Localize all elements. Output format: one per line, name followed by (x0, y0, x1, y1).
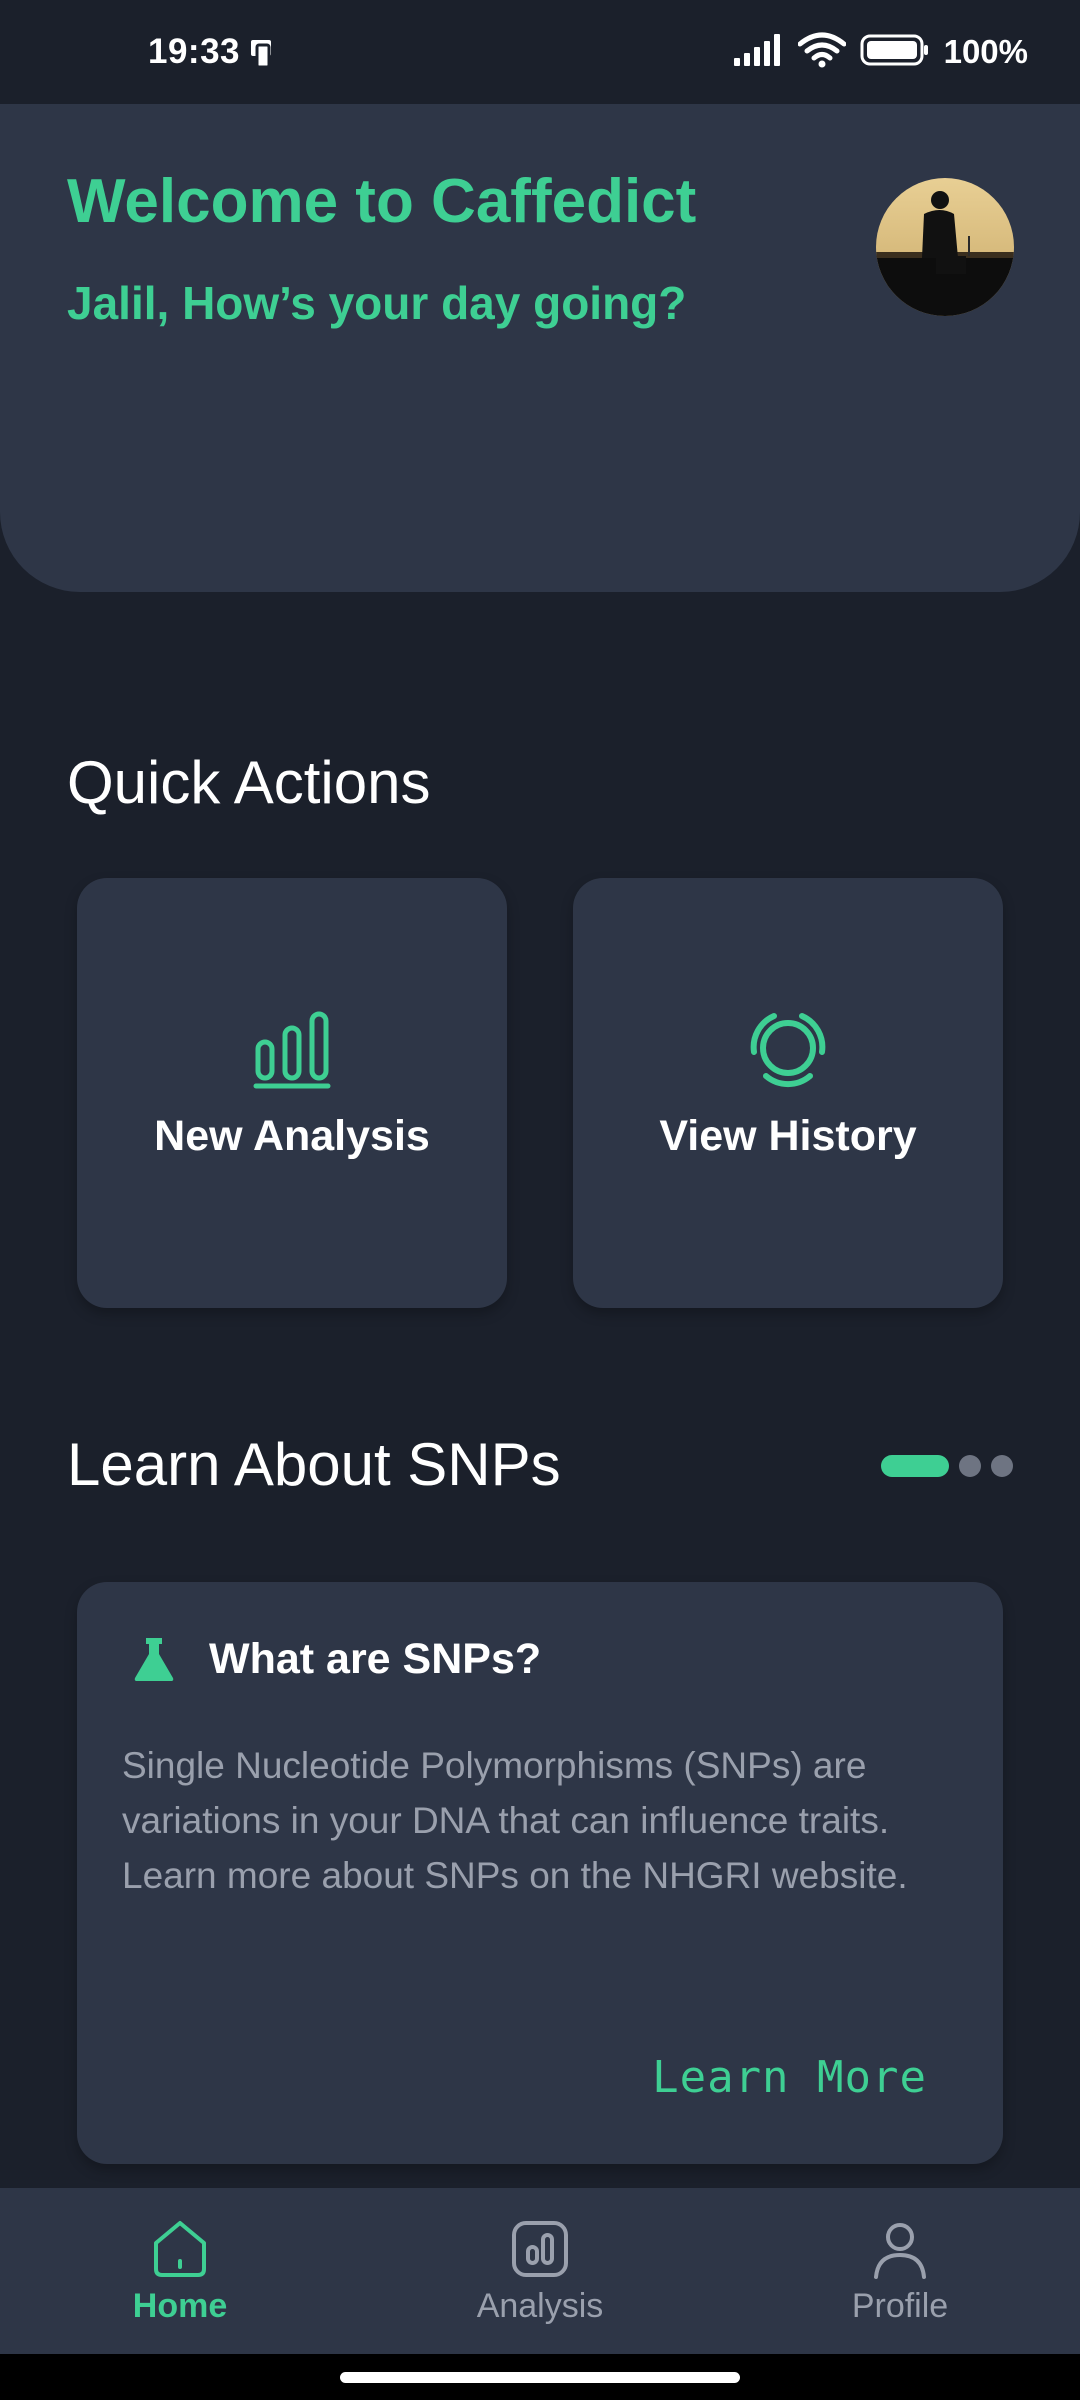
pager-dot-3[interactable] (991, 1455, 1013, 1477)
bar-chart-icon (253, 1011, 331, 1088)
battery-icon (860, 33, 930, 72)
pager-dot-2[interactable] (959, 1455, 981, 1477)
flask-icon (134, 1638, 174, 1681)
battery-percent: 100% (943, 33, 1028, 70)
nav-analysis-label: Analysis (476, 2286, 604, 2325)
pager-dot-1[interactable] (881, 1455, 949, 1477)
status-time: 19:33 (148, 32, 241, 71)
nav-profile-label: Profile (851, 2286, 949, 2325)
nav-analysis[interactable]: Analysis (360, 2188, 720, 2354)
info-card-title: What are SNPs? (209, 1634, 542, 1683)
nav-home-label: Home (132, 2286, 228, 2325)
wifi-icon (797, 32, 847, 73)
home-icon (154, 2220, 206, 2277)
home-indicator[interactable] (340, 2372, 740, 2383)
nav-home[interactable]: Home (0, 2188, 360, 2354)
learn-title: Learn About SNPs (67, 1431, 561, 1498)
learn-more-link[interactable]: Learn More (652, 2052, 927, 2103)
sim-card-icon (246, 33, 280, 72)
view-history-button[interactable]: View History (573, 878, 1003, 1308)
new-analysis-button[interactable]: New Analysis (77, 878, 507, 1308)
bottom-nav: Home Analysis Profile (0, 2188, 1080, 2354)
history-ring-icon (750, 1012, 826, 1087)
quick-actions-title: Quick Actions (67, 749, 431, 816)
nav-profile[interactable]: Profile (720, 2188, 1080, 2354)
status-left: 19:33 (148, 32, 280, 72)
view-history-label: View History (659, 1111, 917, 1160)
welcome-title: Welcome to Caffedict (67, 167, 697, 236)
profile-icon (874, 2222, 926, 2279)
new-analysis-label: New Analysis (154, 1111, 430, 1160)
status-bar: 19:33 100% (0, 0, 1080, 104)
info-card-header: What are SNPs? (129, 1634, 541, 1684)
snp-info-card: What are SNPs? Single Nucleotide Polymor… (77, 1582, 1003, 2164)
signal-icon (733, 33, 784, 71)
analysis-icon (512, 2220, 568, 2277)
status-right: 100% (733, 32, 1028, 73)
avatar[interactable] (876, 178, 1014, 316)
info-card-body: Single Nucleotide Polymorphisms (SNPs) a… (122, 1745, 908, 1896)
carousel-pager[interactable] (881, 1455, 1013, 1477)
welcome-subtitle: Jalil, How’s your day going? (67, 277, 687, 329)
